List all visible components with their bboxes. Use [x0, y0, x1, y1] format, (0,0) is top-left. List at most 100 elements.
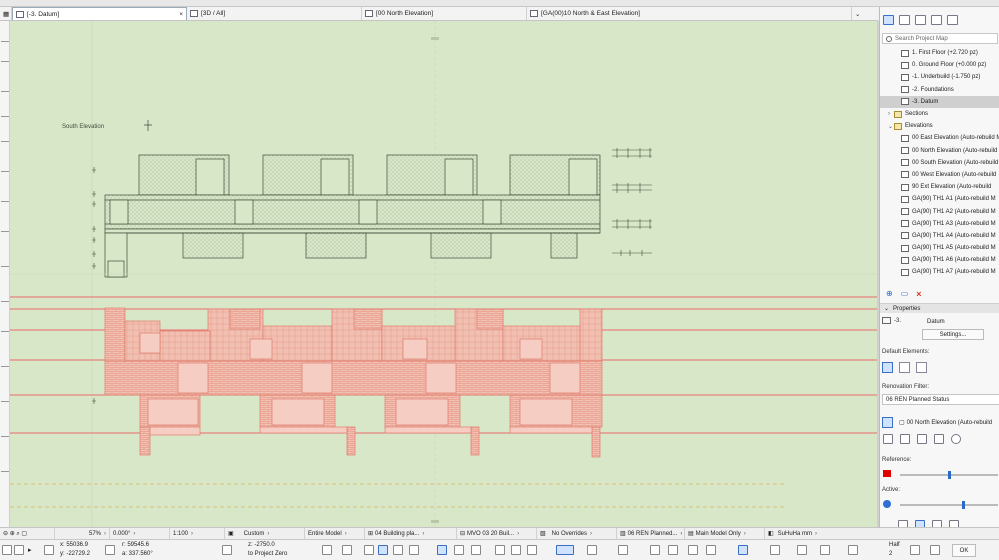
trace-toggle-icon[interactable]	[454, 545, 464, 555]
snap-guides-icon[interactable]	[409, 545, 419, 555]
tree-item[interactable]: 0. Ground Floor (+0.000 pz)	[880, 59, 999, 71]
layer-combination[interactable]: ▣ Custom ›	[225, 527, 305, 540]
tab-north-elevation[interactable]: [00 North Elevation]	[362, 7, 527, 20]
section-tags[interactable]	[612, 148, 652, 256]
snap-tape-icon[interactable]	[848, 545, 858, 555]
trace-compare-icon[interactable]	[934, 434, 944, 444]
eraser-icon[interactable]	[471, 545, 481, 555]
trace-swap-icon[interactable]	[883, 434, 893, 444]
tree-item[interactable]: 00 South Elevation (Auto-rebuild	[880, 157, 999, 169]
line-tool-icon[interactable]	[495, 545, 505, 555]
snap-point-icon[interactable]	[393, 545, 403, 555]
ortho-icon[interactable]	[364, 545, 374, 555]
tool-column-icon[interactable]	[1, 116, 9, 117]
tool-wall-icon[interactable]	[1, 91, 9, 92]
renovation-filter-select[interactable]: 06 REN Planned Status	[882, 394, 999, 405]
tree-folder[interactable]: ⌄ Elevations	[880, 120, 999, 132]
snap-half[interactable]: Half	[889, 542, 900, 548]
rotate-icon[interactable]	[706, 545, 716, 555]
grid-icon[interactable]	[378, 545, 388, 555]
tool-line-icon[interactable]	[1, 436, 9, 437]
tool-door-icon[interactable]	[1, 231, 9, 232]
tool-roof-icon[interactable]	[1, 201, 9, 202]
coord-z-icon[interactable]	[222, 545, 232, 555]
tools-icon[interactable]	[916, 362, 927, 373]
tool-text-icon[interactable]	[1, 331, 9, 332]
coord-z[interactable]: z: -2750.0	[248, 542, 275, 548]
tool-beam-icon[interactable]	[1, 141, 9, 142]
tab-overflow-menu[interactable]: ⌄	[852, 7, 876, 20]
project-map-search[interactable]: Search Project Map	[882, 33, 998, 44]
arc-icon[interactable]	[587, 545, 597, 555]
new-folder-icon[interactable]: ▭	[901, 289, 909, 299]
settings-button[interactable]: Settings...	[922, 329, 984, 340]
dimension-standard[interactable]: ◧ SuHuHa mm ›	[765, 528, 825, 540]
snap-divide-icon[interactable]	[820, 545, 830, 555]
reference-color-swatch[interactable]	[883, 470, 891, 477]
geometry-method-icon[interactable]	[556, 545, 574, 555]
tool-marquee-icon[interactable]	[1, 61, 9, 62]
grid-snap-icon[interactable]	[342, 545, 352, 555]
tool-slab-icon[interactable]	[1, 171, 9, 172]
print-icon[interactable]	[899, 362, 910, 373]
coord-menu-icon[interactable]: ▸	[28, 546, 32, 554]
tree-item[interactable]: 90 Ext Elevation (Auto-rebuild	[880, 181, 999, 193]
snap-settings-icon[interactable]	[930, 545, 940, 555]
tree-item[interactable]: GA(90) TH1 A7 (Auto-rebuild M	[880, 266, 999, 278]
ok-button[interactable]: OK	[952, 544, 976, 557]
tree-item[interactable]: -3. Datum	[880, 95, 999, 108]
model-filter[interactable]: Entire Model ›	[305, 527, 365, 540]
relative-construction-icon[interactable]	[738, 545, 748, 555]
tool-arrow-icon[interactable]	[1, 41, 9, 42]
tool-fill-icon[interactable]	[1, 401, 9, 402]
tree-item[interactable]: 00 West Elevation (Auto-rebuild	[880, 169, 999, 181]
tree-item[interactable]: 00 East Elevation (Auto-rebuild M	[880, 132, 999, 144]
tree-item[interactable]: GA(90) TH1 A3 (Auto-rebuild M	[880, 218, 999, 230]
delete-icon[interactable]: ×	[916, 289, 921, 299]
trace-reference-select[interactable]: ▢ 00 North Elevation (Auto-rebuild	[896, 417, 999, 428]
coord-y[interactable]: y: -22729.2	[60, 551, 90, 557]
active-color-swatch[interactable]	[883, 500, 891, 508]
tree-item[interactable]: GA(90) TH1 A2 (Auto-rebuild M	[880, 205, 999, 217]
properties-header[interactable]: ⌄ Properties	[880, 303, 999, 313]
model-view-options[interactable]: ⊟ MVO 03 20 Buil... ›	[457, 527, 537, 540]
graphic-overrides[interactable]: ▧ No Overrides ›	[537, 527, 617, 540]
zoom-field[interactable]: 57% ›	[55, 527, 110, 540]
tree-item[interactable]: GA(90) TH1 A4 (Auto-rebuild M	[880, 230, 999, 242]
coord-polar-icon[interactable]	[105, 545, 115, 555]
fillet-icon[interactable]	[650, 545, 660, 555]
trace-rotate-icon[interactable]	[917, 434, 927, 444]
tree-item[interactable]: GA(90) TH1 A6 (Auto-rebuild M	[880, 254, 999, 266]
polyline-icon[interactable]	[511, 545, 521, 555]
pen-set[interactable]: ⊞ 04 Building pla... ›	[365, 527, 457, 540]
active-opacity-slider[interactable]	[900, 501, 998, 509]
trace-icon[interactable]	[882, 417, 893, 428]
project-map-icon[interactable]	[883, 15, 894, 25]
guide-line-icon[interactable]	[322, 545, 332, 555]
spline-icon[interactable]	[618, 545, 628, 555]
trace-move-icon[interactable]	[900, 434, 910, 444]
canvas-handle[interactable]	[431, 520, 439, 523]
magic-wand-icon[interactable]	[437, 545, 447, 555]
coord-x[interactable]: x: 55036.9	[60, 542, 88, 548]
coord-origin-icon[interactable]	[2, 545, 12, 555]
snap-value[interactable]: 2	[889, 551, 892, 557]
coord-delta-icon[interactable]	[44, 545, 54, 555]
chain-icon[interactable]	[527, 545, 537, 555]
canvas-handle[interactable]	[431, 37, 439, 40]
tool-label-icon[interactable]	[1, 366, 9, 367]
coord-z-reference[interactable]: to Project Zero	[248, 551, 287, 557]
special-snap-icon[interactable]	[797, 545, 807, 555]
add-icon[interactable]: ⊕	[886, 289, 893, 299]
tool-window-icon[interactable]	[1, 266, 9, 267]
coord-a[interactable]: a: 337.560°	[122, 551, 153, 557]
reference-opacity-slider[interactable]	[900, 471, 998, 479]
element-filter-icon[interactable]	[882, 362, 893, 373]
tab-3d[interactable]: [3D / All]	[187, 7, 362, 20]
tree-item[interactable]: -2. Foundations	[880, 84, 999, 96]
tool-more-icon[interactable]	[1, 471, 9, 472]
tree-item[interactable]: GA(90) TH1 A1 (Auto-rebuild M	[880, 193, 999, 205]
story-name-field[interactable]: Datum	[924, 316, 998, 327]
tab-ga-layout[interactable]: [GA(00)10 North & East Elevation]	[527, 7, 852, 20]
coord-mode-icon[interactable]	[14, 545, 24, 555]
